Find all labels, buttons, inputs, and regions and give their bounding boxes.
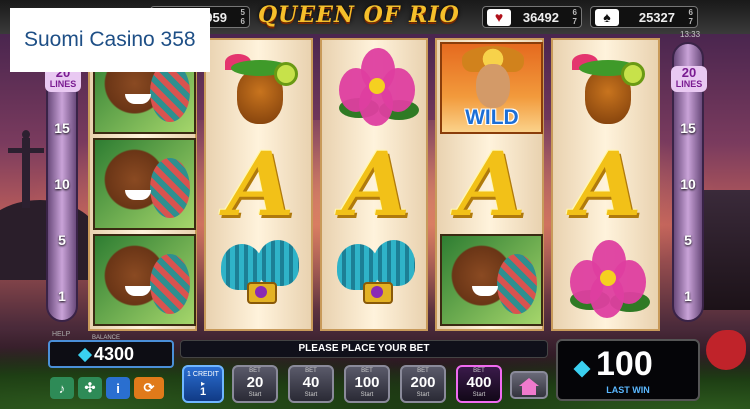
symbol-man — [440, 234, 544, 326]
reel-3: A — [319, 38, 429, 331]
wild-label: WILD — [465, 106, 519, 129]
last-win-label: LAST WIN — [606, 385, 650, 395]
line-marker[interactable]: 5 — [674, 232, 702, 248]
credit-value: 1 — [199, 386, 207, 398]
line-marker[interactable]: 15 — [674, 120, 702, 136]
bet-button-100[interactable]: BET 100 Start — [344, 365, 390, 403]
brand-banner[interactable]: Suomi Casino 358 — [10, 8, 210, 72]
credit-label: 1 CREDIT — [187, 371, 219, 378]
symbol-flower — [556, 234, 659, 326]
jackpot-box-3: ♠ 25327 67 — [590, 6, 698, 28]
symbol-A: A — [457, 132, 527, 236]
sound-icon[interactable]: ♪ — [50, 377, 74, 399]
spade-icon: ♠ — [595, 9, 619, 26]
line-marker[interactable]: 15 — [48, 120, 76, 136]
bet-button-40[interactable]: BET 40 Start — [288, 365, 334, 403]
symbol-A: A — [341, 132, 411, 236]
reel-2: A — [203, 38, 313, 331]
reel-1 — [88, 38, 197, 331]
diamond-icon — [573, 360, 591, 378]
lines-badge[interactable]: 20 LINES — [671, 66, 707, 92]
brand-name: Suomi Casino 358 — [24, 28, 196, 51]
symbol-flower — [325, 42, 428, 134]
bet-button-200[interactable]: BET 200 Start — [400, 365, 446, 403]
fullscreen-icon[interactable]: ✣ — [78, 377, 102, 399]
bet-button-400[interactable]: BET 400 Start — [456, 365, 502, 403]
symbol-man — [93, 234, 196, 326]
clock: 13:33 — [680, 30, 701, 39]
balance-value: 4300 — [94, 343, 135, 364]
symbol-A: A — [573, 132, 642, 236]
jackpot-value: 36492 — [522, 9, 559, 25]
balance-display: 4300 — [48, 340, 174, 368]
control-panel: BALANCE 4300 PLEASE PLACE YOUR BET ♪ ✣ i… — [0, 331, 750, 409]
symbol-man — [93, 138, 196, 230]
symbol-A: A — [226, 132, 295, 236]
lines-panel-right: 20 LINES 15 10 5 1 — [671, 42, 707, 322]
line-marker[interactable]: 1 — [674, 288, 702, 304]
status-message: PLEASE PLACE YOUR BET — [180, 340, 548, 358]
symbol-cocktail — [209, 42, 312, 134]
symbol-shell — [325, 234, 428, 326]
jackpot-value: 25327 — [638, 9, 675, 25]
christ-statue-silhouette — [8, 130, 44, 240]
autoplay-icon[interactable]: ⟳ — [134, 377, 164, 399]
symbol-wild: WILD — [440, 42, 544, 134]
heart-icon: ♥ — [487, 9, 511, 26]
symbol-cocktail — [556, 42, 659, 134]
jackpot-box-2: ♥ 36492 67 — [482, 6, 582, 28]
reel-4: WILD A — [435, 38, 545, 331]
line-marker[interactable]: 1 — [48, 288, 76, 304]
game-title: QUEEN OF RIO — [258, 2, 460, 28]
bet-button-20[interactable]: BET 20 Start — [232, 365, 278, 403]
credit-button[interactable]: 1 CREDIT ▸ 1 — [182, 365, 224, 403]
line-marker[interactable]: 10 — [674, 176, 702, 192]
diamond-icon — [77, 347, 93, 363]
home-icon — [519, 378, 539, 386]
line-marker[interactable]: 5 — [48, 232, 76, 248]
last-win-value: 100 — [596, 345, 653, 383]
lines-panel-left: 20 LINES 15 10 5 1 — [45, 42, 81, 322]
last-win-display: 100 LAST WIN — [556, 339, 700, 401]
line-marker[interactable]: 10 — [48, 176, 76, 192]
symbol-shell — [209, 234, 312, 326]
home-button[interactable] — [510, 371, 548, 399]
info-icon[interactable]: i — [106, 377, 130, 399]
reel-5: A — [551, 38, 660, 331]
reels-area: A A WILD A A — [88, 38, 660, 331]
